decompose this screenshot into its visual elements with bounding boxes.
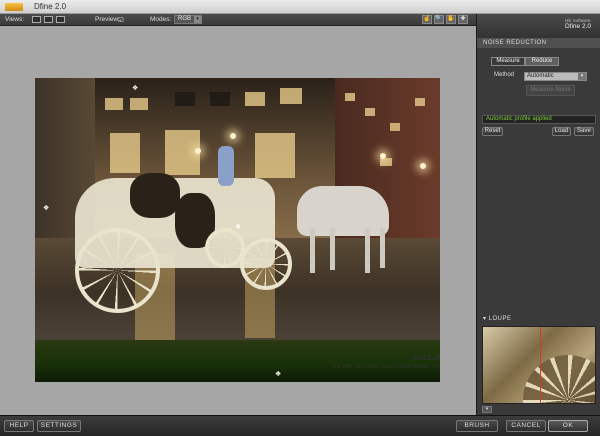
photo-horse-leg xyxy=(380,228,385,268)
hand-icon[interactable]: ☝ xyxy=(422,15,432,24)
single-view-button[interactable] xyxy=(32,16,41,23)
photo-street-lamp xyxy=(420,163,426,169)
profile-status: Automatic profile applied xyxy=(482,115,596,124)
noise-reduction-section-title[interactable]: NOISE REDUCTION xyxy=(477,38,600,48)
settings-button[interactable]: SETTINGS xyxy=(37,420,81,432)
photo-wheel xyxy=(75,228,160,313)
measure-noise-button[interactable]: Measure Noise xyxy=(526,85,575,96)
preview-toggle-icon[interactable]: ☑ xyxy=(118,16,124,24)
photo-grass xyxy=(35,340,440,382)
photo-street-lamp xyxy=(195,148,201,154)
image-metadata: (13.1MP, ISO 6400, Canon EOS REBEL T3) xyxy=(332,364,440,370)
panel-header: Nik Software Dfine 2.0 xyxy=(477,14,600,38)
photo-window xyxy=(255,133,295,178)
zoom-icon[interactable]: 🔍 xyxy=(434,15,444,24)
views-label: Views: xyxy=(5,16,25,23)
photo-window xyxy=(110,133,140,173)
method-select[interactable]: Automatic ▾ xyxy=(524,72,587,81)
reduce-tab[interactable]: Reduce xyxy=(525,57,559,66)
preview-label: Preview: xyxy=(95,16,120,23)
crop-corner-icon[interactable]: ❖ xyxy=(275,371,281,378)
crop-corner-icon[interactable]: ❖ xyxy=(235,224,241,231)
toolbar: Views: Preview: ☑ Modes: RGB ▾ ☝ 🔍 ✋ ✚ xyxy=(0,14,476,26)
grab-icon[interactable]: ✋ xyxy=(446,15,456,24)
mode-select[interactable]: RGB ▾ xyxy=(174,15,202,24)
photo-window xyxy=(380,158,392,166)
photo-window xyxy=(105,98,123,110)
photo-horse-leg xyxy=(310,228,315,273)
loupe-pin-icon[interactable]: ▾ xyxy=(482,406,492,413)
ok-button[interactable]: OK xyxy=(548,420,588,432)
split-view-button[interactable] xyxy=(44,16,53,23)
load-button[interactable]: Load xyxy=(552,127,571,136)
preview-canvas[interactable]: ❖ ❖ ❖ ❖ SLC2.tif (13.1MP, ISO 6400, Cano… xyxy=(0,26,476,415)
photo-window xyxy=(245,92,265,106)
window-title: Dfine 2.0 xyxy=(34,2,67,11)
chevron-down-icon: ▾ xyxy=(578,73,586,80)
photo-wheel xyxy=(205,228,245,268)
photo-window xyxy=(345,93,355,101)
photo-window xyxy=(415,98,425,106)
title-bar: Dfine 2.0 xyxy=(0,0,600,14)
modes-label: Modes: xyxy=(150,16,172,23)
photo-horse-leg xyxy=(330,228,335,270)
photo-window xyxy=(175,92,195,106)
side-by-side-view-button[interactable] xyxy=(56,16,65,23)
save-button[interactable]: Save xyxy=(574,127,594,136)
method-select-value: Automatic xyxy=(527,73,554,79)
chevron-down-icon: ▾ xyxy=(194,16,201,23)
brush-button[interactable]: BRUSH xyxy=(456,420,498,432)
image-filename: SLC2.tif xyxy=(413,355,440,362)
photo-wheel xyxy=(240,238,292,290)
preview-image[interactable]: ❖ ❖ ❖ ❖ xyxy=(35,78,440,382)
reset-button[interactable]: Reset xyxy=(482,127,503,136)
photo-window xyxy=(390,123,400,131)
app-logo-icon xyxy=(5,3,23,11)
method-label: Method xyxy=(494,72,515,78)
brand-product: Dfine 2.0 xyxy=(564,23,591,30)
photo-window xyxy=(365,108,375,116)
help-button[interactable]: HELP xyxy=(4,420,34,432)
loupe-preview[interactable] xyxy=(482,326,596,404)
mode-select-value: RGB xyxy=(178,16,192,22)
cancel-button[interactable]: CANCEL xyxy=(506,420,546,432)
loupe-section-title[interactable]: ▾ LOUPE xyxy=(477,314,600,324)
photo-horse-leg xyxy=(365,228,370,273)
photo-window xyxy=(130,98,148,110)
photo-street-lamp xyxy=(380,153,386,159)
measure-tab[interactable]: Measure xyxy=(491,57,525,66)
bottom-bar: HELP SETTINGS BRUSH CANCEL OK xyxy=(0,415,600,436)
photo-passengers xyxy=(130,173,180,218)
photo-window xyxy=(280,88,302,104)
eyedropper-icon[interactable]: ✚ xyxy=(458,15,468,24)
photo-driver xyxy=(218,146,234,186)
control-panel: Nik Software Dfine 2.0 NOISE REDUCTION M… xyxy=(476,14,600,415)
crop-corner-icon[interactable]: ❖ xyxy=(43,205,49,212)
crop-corner-icon[interactable]: ❖ xyxy=(132,85,138,92)
photo-street-lamp xyxy=(230,133,236,139)
loupe-split-line[interactable] xyxy=(540,327,541,403)
photo-window xyxy=(210,92,230,106)
panel-brand: Nik Software Dfine 2.0 xyxy=(565,18,591,30)
